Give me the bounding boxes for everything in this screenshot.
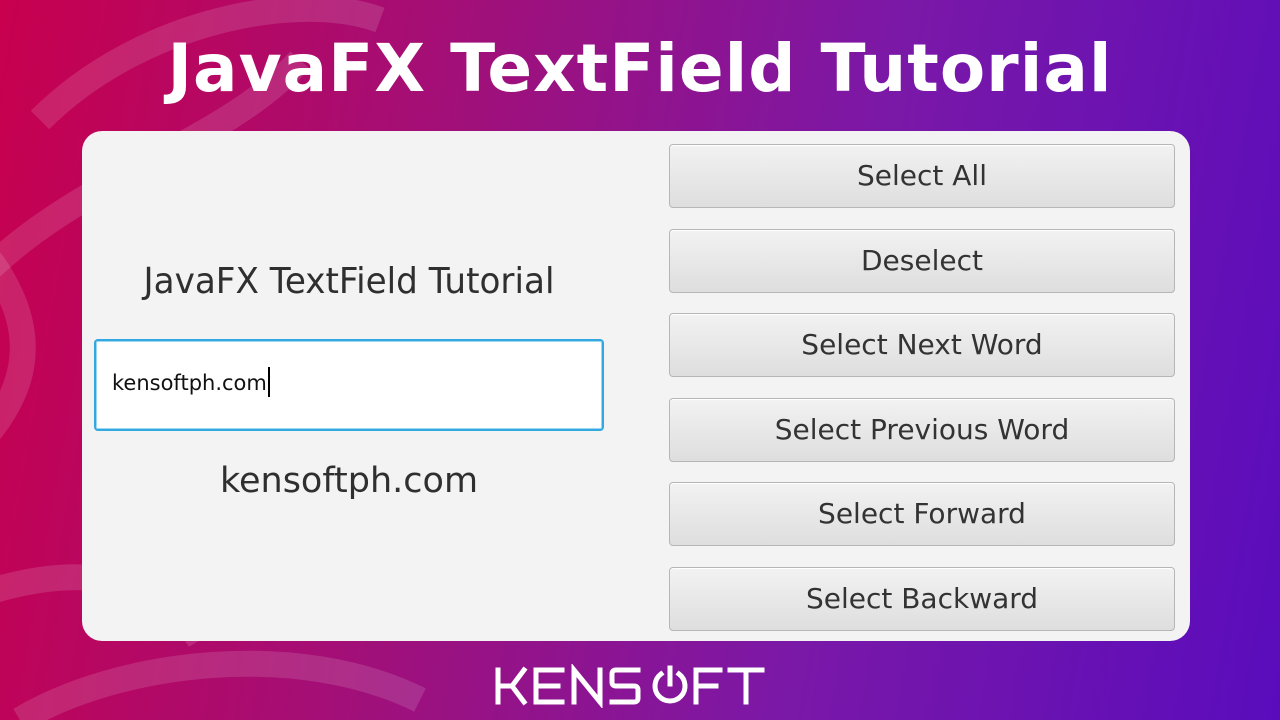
- text-caret: [267, 367, 270, 397]
- text-field[interactable]: kensoftph.com: [94, 339, 604, 431]
- app-window: JavaFX TextField Tutorial kensoftph.com …: [82, 131, 1190, 641]
- output-label: kensoftph.com: [219, 461, 479, 501]
- banner-title: JavaFX TextField Tutorial: [167, 30, 1113, 107]
- text-field-value: kensoftph.com: [112, 367, 270, 397]
- deselect-button[interactable]: Deselect: [669, 228, 1175, 293]
- button-stack: Select All Deselect Select Next Word Sel…: [669, 144, 1175, 652]
- select-next-word-button[interactable]: Select Next Word: [669, 313, 1175, 378]
- select-backward-button[interactable]: Select Backward: [669, 566, 1175, 631]
- kensoft-logo-image: [495, 662, 765, 710]
- select-all-button[interactable]: Select All: [669, 144, 1175, 208]
- select-previous-word-button[interactable]: Select Previous Word: [669, 397, 1175, 462]
- select-forward-button[interactable]: Select Forward: [669, 482, 1175, 547]
- kensoft-logo: [0, 662, 1280, 712]
- tutorial-label: JavaFX TextField Tutorial: [143, 261, 555, 302]
